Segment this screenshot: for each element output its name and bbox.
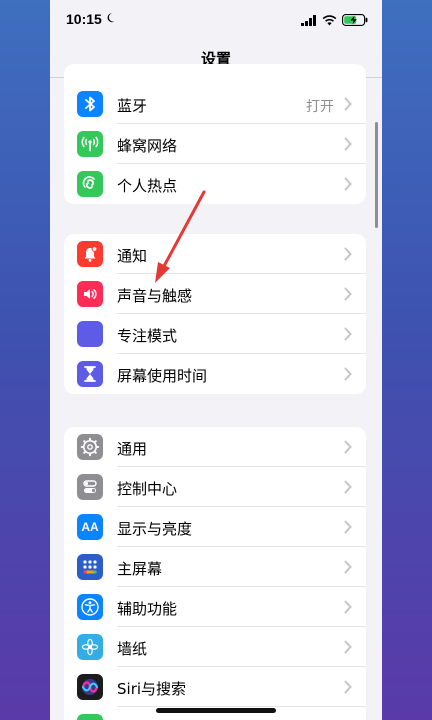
accessibility-icon bbox=[77, 594, 103, 620]
row-label: 墙纸 bbox=[117, 640, 148, 658]
switches-icon bbox=[77, 474, 103, 500]
settings-row-screen-time[interactable]: 屏幕使用时间 bbox=[64, 354, 366, 394]
chevron-right-icon bbox=[344, 600, 352, 614]
text-size-glyph: AA bbox=[81, 520, 99, 534]
settings-group-connectivity: 蓝牙 打开 蜂窝网络 个人热点 bbox=[64, 64, 366, 204]
chevron-right-icon bbox=[344, 560, 352, 574]
chevron-right-icon bbox=[344, 480, 352, 494]
row-label: 显示与亮度 bbox=[117, 520, 193, 538]
settings-row-cellular[interactable]: 蜂窝网络 bbox=[64, 124, 366, 164]
focus-moon-icon bbox=[107, 13, 115, 23]
settings-row-sounds[interactable]: 声音与触感 bbox=[64, 274, 366, 314]
hotspot-icon bbox=[77, 171, 103, 197]
chevron-right-icon bbox=[344, 287, 352, 301]
row-label: 个人热点 bbox=[117, 177, 178, 195]
row-label: 蓝牙 bbox=[117, 97, 148, 115]
status-time: 10:15 bbox=[66, 11, 102, 27]
chevron-right-icon bbox=[344, 520, 352, 534]
chevron-right-icon bbox=[344, 137, 352, 151]
settings-row-display[interactable]: AA 显示与亮度 bbox=[64, 507, 366, 547]
row-label: 屏幕使用时间 bbox=[117, 367, 208, 385]
chevron-right-icon bbox=[344, 440, 352, 454]
chevron-right-icon bbox=[344, 367, 352, 381]
status-bar: 10:15 bbox=[50, 0, 382, 40]
gear-icon bbox=[77, 434, 103, 460]
text-size-icon: AA bbox=[77, 514, 103, 540]
row-label: 主屏幕 bbox=[117, 560, 163, 578]
chevron-right-icon bbox=[344, 97, 352, 111]
wifi-icon bbox=[322, 14, 337, 25]
signal-icon bbox=[301, 14, 316, 26]
settings-group-notifications: 通知 声音与触感 专注模式 屏幕使用时间 bbox=[64, 234, 366, 394]
settings-screen: 10:15 设置 蓝牙 打开 蜂窝网络 个人热点 通知 声音与触感 专注模式 屏… bbox=[50, 0, 382, 720]
wallpaper-icon bbox=[77, 634, 103, 660]
battery-charging-icon bbox=[342, 14, 368, 26]
row-label: 辅助功能 bbox=[117, 600, 178, 618]
chevron-right-icon bbox=[344, 640, 352, 654]
settings-group-general: 通用 控制中心 AA 显示与亮度 主屏幕 辅助功能 墙纸 Siri与搜索 bbox=[64, 427, 366, 720]
chevron-right-icon bbox=[344, 680, 352, 694]
home-grid-icon bbox=[77, 554, 103, 580]
bluetooth-icon bbox=[77, 91, 103, 117]
sounds-icon bbox=[77, 281, 103, 307]
hourglass-icon bbox=[77, 361, 103, 387]
partial-icon bbox=[77, 714, 103, 720]
settings-row-general[interactable]: 通用 bbox=[64, 427, 366, 467]
settings-row-bluetooth[interactable]: 蓝牙 打开 bbox=[64, 84, 366, 124]
settings-row-home-screen[interactable]: 主屏幕 bbox=[64, 547, 366, 587]
row-label: 通用 bbox=[117, 440, 148, 458]
settings-row-wallpaper[interactable]: 墙纸 bbox=[64, 627, 366, 667]
scrolled-row-remainder bbox=[64, 64, 366, 84]
chevron-right-icon bbox=[344, 247, 352, 261]
row-value: 打开 bbox=[306, 99, 334, 115]
settings-row-control-center[interactable]: 控制中心 bbox=[64, 467, 366, 507]
row-label: 控制中心 bbox=[117, 480, 178, 498]
row-label: 蜂窝网络 bbox=[117, 137, 178, 155]
settings-row-focus[interactable]: 专注模式 bbox=[64, 314, 366, 354]
moon-icon bbox=[77, 321, 103, 347]
row-label: Siri与搜索 bbox=[117, 680, 187, 698]
settings-row-accessibility[interactable]: 辅助功能 bbox=[64, 587, 366, 627]
home-indicator[interactable] bbox=[156, 708, 276, 713]
cellular-icon bbox=[77, 131, 103, 157]
row-label: 专注模式 bbox=[117, 327, 178, 345]
siri-icon bbox=[77, 674, 103, 700]
chevron-right-icon bbox=[344, 177, 352, 191]
notifications-icon bbox=[77, 241, 103, 267]
settings-row-siri[interactable]: Siri与搜索 bbox=[64, 667, 366, 707]
status-indicators bbox=[301, 13, 368, 27]
chevron-right-icon bbox=[344, 327, 352, 341]
scroll-indicator[interactable] bbox=[375, 122, 378, 228]
settings-row-notifications[interactable]: 通知 bbox=[64, 234, 366, 274]
settings-row-hotspot[interactable]: 个人热点 bbox=[64, 164, 366, 204]
row-label: 声音与触感 bbox=[117, 287, 193, 305]
row-label: 通知 bbox=[117, 247, 148, 265]
